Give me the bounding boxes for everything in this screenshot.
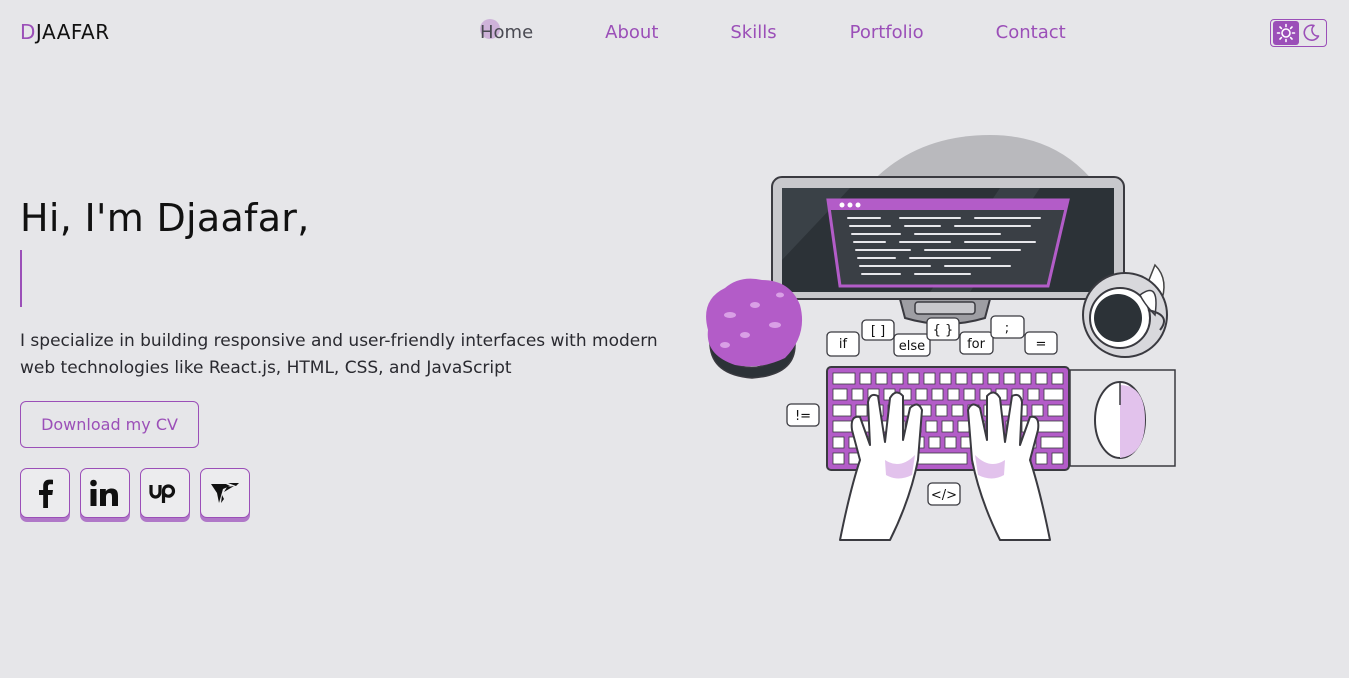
upwork-link[interactable] xyxy=(140,468,190,518)
dark-mode-button[interactable] xyxy=(1299,21,1325,45)
code-bubble: { } xyxy=(933,323,954,338)
hero-title: Hi, I'm Djaafar, xyxy=(20,196,310,240)
sun-icon xyxy=(1276,23,1296,43)
developer-illustration: if [ ] else { } for ; = != </> xyxy=(706,135,1176,541)
navbar: DJAAFAR Home About Skills Portfolio Cont… xyxy=(0,0,1349,68)
nav-contact[interactable]: Contact xyxy=(996,22,1066,43)
code-bubble: else xyxy=(899,339,925,354)
hero-description: I specialize in building responsive and … xyxy=(20,331,658,378)
linkedin-icon xyxy=(90,479,118,506)
code-bubble: ; xyxy=(1005,321,1009,336)
nav-skills[interactable]: Skills xyxy=(730,22,776,43)
code-bubble: for xyxy=(967,337,986,352)
typing-cursor xyxy=(20,250,22,307)
theme-toggle xyxy=(1270,19,1327,47)
site-logo[interactable]: DJAAFAR xyxy=(20,20,110,44)
nav-home-label: Home xyxy=(480,22,534,43)
upwork-icon xyxy=(149,484,176,503)
freelancer-icon xyxy=(211,483,239,503)
code-bubble: </> xyxy=(931,488,957,503)
code-bubble: = xyxy=(1036,337,1047,352)
facebook-link[interactable] xyxy=(20,468,70,518)
linkedin-link[interactable] xyxy=(80,468,130,518)
moon-icon xyxy=(1303,24,1320,41)
download-cv-button[interactable]: Download my CV xyxy=(20,401,199,448)
logo-initial: D xyxy=(20,20,36,44)
nav-about[interactable]: About xyxy=(605,22,658,43)
logo-name: JAAFAR xyxy=(35,20,110,44)
social-links xyxy=(20,468,250,518)
nav-portfolio[interactable]: Portfolio xyxy=(850,22,924,43)
code-bubble: [ ] xyxy=(871,324,885,339)
facebook-icon xyxy=(39,479,53,508)
code-bubble: != xyxy=(795,409,811,424)
code-bubble: if xyxy=(839,337,848,352)
freelancer-link[interactable] xyxy=(200,468,250,518)
light-mode-button[interactable] xyxy=(1273,21,1299,45)
nav-links: Home About Skills Portfolio Contact xyxy=(480,19,1066,43)
nav-home[interactable]: Home xyxy=(480,19,534,43)
